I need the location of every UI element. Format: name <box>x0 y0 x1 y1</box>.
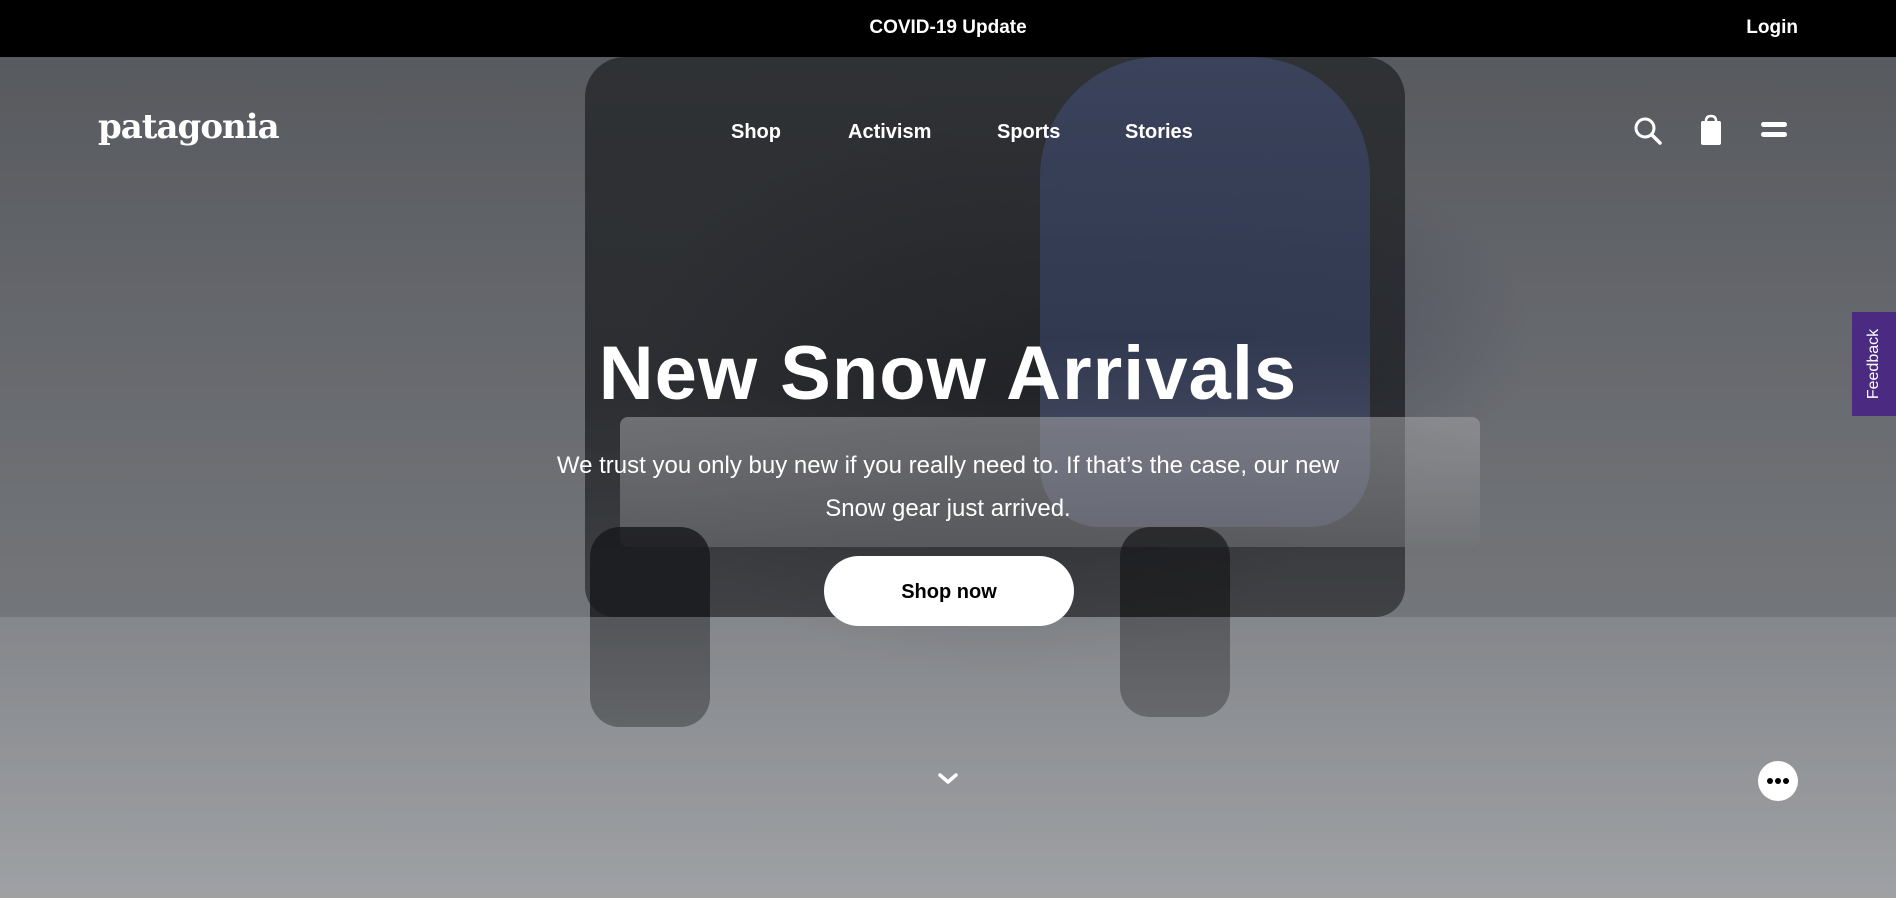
shop-now-button[interactable]: Shop now <box>824 556 1074 626</box>
bag-icon[interactable] <box>1693 112 1729 148</box>
nav-activism[interactable]: Activism <box>848 121 931 144</box>
hero-subtext: We trust you only buy new if you really … <box>520 444 1376 530</box>
patagonia-logo[interactable]: patagonia <box>98 107 280 147</box>
hero-headline: New Snow Arrivals <box>598 331 1298 416</box>
nav-stories[interactable]: Stories <box>1125 121 1193 144</box>
chevron-down-icon[interactable] <box>936 770 960 788</box>
hero-subtext-line2: Snow gear just arrived. <box>825 495 1071 522</box>
hero-subtext-line1: We trust you only buy new if you really … <box>556 452 1340 479</box>
search-icon[interactable] <box>1630 113 1666 149</box>
nav-sports[interactable]: Sports <box>997 121 1060 144</box>
chat-more-icon[interactable] <box>1758 761 1798 801</box>
feedback-label: Feedback <box>1865 328 1882 400</box>
covid-update-link[interactable]: COVID-19 Update <box>0 17 1896 39</box>
menu-icon[interactable] <box>1756 113 1792 149</box>
feedback-tab[interactable]: Feedback <box>1852 312 1896 416</box>
top-bar: COVID-19 Update Login <box>0 0 1896 57</box>
login-link[interactable]: Login <box>1746 17 1798 39</box>
nav-shop[interactable]: Shop <box>731 121 781 144</box>
